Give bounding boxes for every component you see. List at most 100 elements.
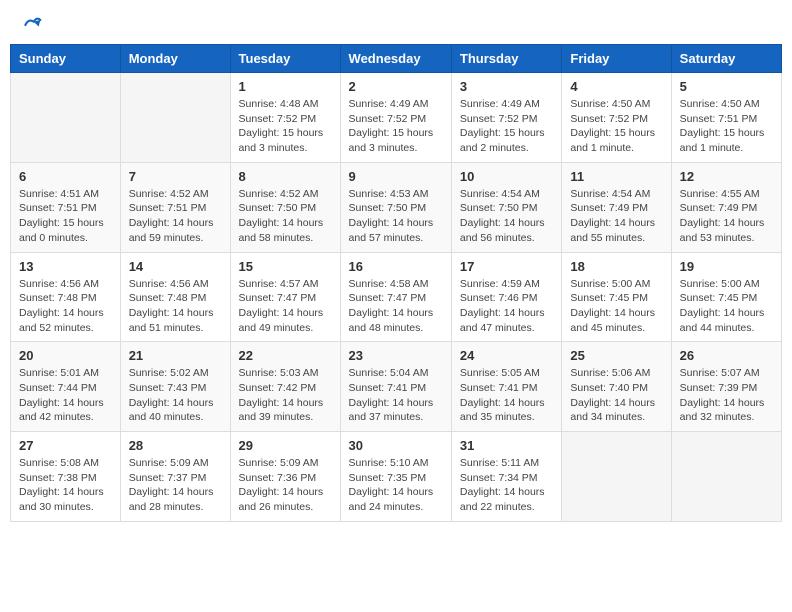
week-row-5: 27 Sunrise: 5:08 AMSunset: 7:38 PMDayligh… (11, 432, 782, 522)
calendar-cell: 10 Sunrise: 4:54 AMSunset: 7:50 PMDayligh… (451, 162, 561, 252)
calendar-cell: 28 Sunrise: 5:09 AMSunset: 7:37 PMDayligh… (120, 432, 230, 522)
day-number: 14 (129, 259, 222, 274)
calendar-cell: 26 Sunrise: 5:07 AMSunset: 7:39 PMDayligh… (671, 342, 781, 432)
calendar-cell: 24 Sunrise: 5:05 AMSunset: 7:41 PMDayligh… (451, 342, 561, 432)
day-number: 22 (239, 348, 332, 363)
week-row-3: 13Sunrise: 4:56 AMSunset: 7:48 PMDayligh… (11, 252, 782, 342)
day-number: 30 (349, 438, 443, 453)
day-info: Sunrise: 4:53 AMSunset: 7:50 PMDaylight:… (349, 187, 443, 246)
calendar-cell: 9 Sunrise: 4:53 AMSunset: 7:50 PMDaylight… (340, 162, 451, 252)
day-number: 10 (460, 169, 553, 184)
calendar-cell: 20 Sunrise: 5:01 AMSunset: 7:44 PMDayligh… (11, 342, 121, 432)
logo-icon (22, 15, 42, 35)
weekday-header-tuesday: Tuesday (230, 45, 340, 73)
day-info: Sunrise: 5:05 AMSunset: 7:41 PMDaylight:… (460, 366, 553, 425)
day-number: 16 (349, 259, 443, 274)
day-info: Sunrise: 4:56 AMSunset: 7:48 PMDaylight:… (129, 277, 222, 336)
day-info: Sunrise: 4:58 AMSunset: 7:47 PMDaylight:… (349, 277, 443, 336)
day-number: 29 (239, 438, 332, 453)
week-row-4: 20 Sunrise: 5:01 AMSunset: 7:44 PMDayligh… (11, 342, 782, 432)
calendar-cell: 17 Sunrise: 4:59 AMSunset: 7:46 PMDayligh… (451, 252, 561, 342)
calendar-cell: 13Sunrise: 4:56 AMSunset: 7:48 PMDayligh… (11, 252, 121, 342)
day-info: Sunrise: 5:02 AMSunset: 7:43 PMDaylight:… (129, 366, 222, 425)
calendar-cell: 4 Sunrise: 4:50 AMSunset: 7:52 PMDaylight… (562, 73, 671, 163)
calendar-cell: 27 Sunrise: 5:08 AMSunset: 7:38 PMDayligh… (11, 432, 121, 522)
calendar-cell (562, 432, 671, 522)
day-number: 2 (349, 79, 443, 94)
day-info: Sunrise: 5:00 AMSunset: 7:45 PMDaylight:… (570, 277, 662, 336)
day-number: 24 (460, 348, 553, 363)
day-number: 3 (460, 79, 553, 94)
day-number: 8 (239, 169, 332, 184)
day-number: 19 (680, 259, 773, 274)
calendar-cell: 31 Sunrise: 5:11 AMSunset: 7:34 PMDayligh… (451, 432, 561, 522)
day-number: 11 (570, 169, 662, 184)
weekday-header-sunday: Sunday (11, 45, 121, 73)
calendar-cell (11, 73, 121, 163)
day-info: Sunrise: 4:54 AMSunset: 7:50 PMDaylight:… (460, 187, 553, 246)
day-info: Sunrise: 4:59 AMSunset: 7:46 PMDaylight:… (460, 277, 553, 336)
weekday-header-thursday: Thursday (451, 45, 561, 73)
day-number: 6 (19, 169, 112, 184)
day-number: 31 (460, 438, 553, 453)
page-header (10, 10, 782, 36)
day-info: Sunrise: 5:09 AMSunset: 7:37 PMDaylight:… (129, 456, 222, 515)
day-info: Sunrise: 4:54 AMSunset: 7:49 PMDaylight:… (570, 187, 662, 246)
day-info: Sunrise: 5:06 AMSunset: 7:40 PMDaylight:… (570, 366, 662, 425)
weekday-header-wednesday: Wednesday (340, 45, 451, 73)
day-info: Sunrise: 4:50 AMSunset: 7:51 PMDaylight:… (680, 97, 773, 156)
weekday-header-saturday: Saturday (671, 45, 781, 73)
day-number: 7 (129, 169, 222, 184)
calendar-cell: 15 Sunrise: 4:57 AMSunset: 7:47 PMDayligh… (230, 252, 340, 342)
calendar-cell: 5 Sunrise: 4:50 AMSunset: 7:51 PMDaylight… (671, 73, 781, 163)
day-info: Sunrise: 5:00 AMSunset: 7:45 PMDaylight:… (680, 277, 773, 336)
logo (20, 15, 42, 31)
calendar-cell: 30 Sunrise: 5:10 AMSunset: 7:35 PMDayligh… (340, 432, 451, 522)
day-number: 18 (570, 259, 662, 274)
day-number: 20 (19, 348, 112, 363)
calendar-cell: 18 Sunrise: 5:00 AMSunset: 7:45 PMDayligh… (562, 252, 671, 342)
day-info: Sunrise: 4:49 AMSunset: 7:52 PMDaylight:… (460, 97, 553, 156)
day-info: Sunrise: 5:10 AMSunset: 7:35 PMDaylight:… (349, 456, 443, 515)
weekday-header-friday: Friday (562, 45, 671, 73)
day-number: 28 (129, 438, 222, 453)
calendar-cell: 25 Sunrise: 5:06 AMSunset: 7:40 PMDayligh… (562, 342, 671, 432)
calendar-cell (120, 73, 230, 163)
calendar-cell: 1 Sunrise: 4:48 AMSunset: 7:52 PMDaylight… (230, 73, 340, 163)
calendar-cell: 12Sunrise: 4:55 AMSunset: 7:49 PMDayligh… (671, 162, 781, 252)
calendar-cell: 11 Sunrise: 4:54 AMSunset: 7:49 PMDayligh… (562, 162, 671, 252)
day-info: Sunrise: 4:57 AMSunset: 7:47 PMDaylight:… (239, 277, 332, 336)
day-number: 1 (239, 79, 332, 94)
day-info: Sunrise: 4:50 AMSunset: 7:52 PMDaylight:… (570, 97, 662, 156)
calendar-cell: 16 Sunrise: 4:58 AMSunset: 7:47 PMDayligh… (340, 252, 451, 342)
calendar-cell: 3 Sunrise: 4:49 AMSunset: 7:52 PMDaylight… (451, 73, 561, 163)
calendar-cell: 14 Sunrise: 4:56 AMSunset: 7:48 PMDayligh… (120, 252, 230, 342)
day-number: 15 (239, 259, 332, 274)
day-number: 21 (129, 348, 222, 363)
day-number: 4 (570, 79, 662, 94)
day-info: Sunrise: 5:03 AMSunset: 7:42 PMDaylight:… (239, 366, 332, 425)
day-number: 27 (19, 438, 112, 453)
day-number: 26 (680, 348, 773, 363)
day-number: 25 (570, 348, 662, 363)
day-info: Sunrise: 4:56 AMSunset: 7:48 PMDaylight:… (19, 277, 112, 336)
day-info: Sunrise: 4:52 AMSunset: 7:51 PMDaylight:… (129, 187, 222, 246)
day-number: 12 (680, 169, 773, 184)
weekday-header-row: SundayMondayTuesdayWednesdayThursdayFrid… (11, 45, 782, 73)
calendar-cell: 2Sunrise: 4:49 AMSunset: 7:52 PMDaylight… (340, 73, 451, 163)
day-number: 5 (680, 79, 773, 94)
day-number: 17 (460, 259, 553, 274)
calendar-cell: 8Sunrise: 4:52 AMSunset: 7:50 PMDaylight… (230, 162, 340, 252)
day-info: Sunrise: 4:48 AMSunset: 7:52 PMDaylight:… (239, 97, 332, 156)
day-info: Sunrise: 5:01 AMSunset: 7:44 PMDaylight:… (19, 366, 112, 425)
calendar-cell (671, 432, 781, 522)
day-number: 9 (349, 169, 443, 184)
day-info: Sunrise: 5:08 AMSunset: 7:38 PMDaylight:… (19, 456, 112, 515)
day-info: Sunrise: 5:09 AMSunset: 7:36 PMDaylight:… (239, 456, 332, 515)
week-row-1: 1 Sunrise: 4:48 AMSunset: 7:52 PMDaylight… (11, 73, 782, 163)
calendar-cell: 23Sunrise: 5:04 AMSunset: 7:41 PMDayligh… (340, 342, 451, 432)
calendar-table: SundayMondayTuesdayWednesdayThursdayFrid… (10, 44, 782, 522)
day-info: Sunrise: 5:11 AMSunset: 7:34 PMDaylight:… (460, 456, 553, 515)
day-info: Sunrise: 5:07 AMSunset: 7:39 PMDaylight:… (680, 366, 773, 425)
calendar-cell: 19 Sunrise: 5:00 AMSunset: 7:45 PMDayligh… (671, 252, 781, 342)
